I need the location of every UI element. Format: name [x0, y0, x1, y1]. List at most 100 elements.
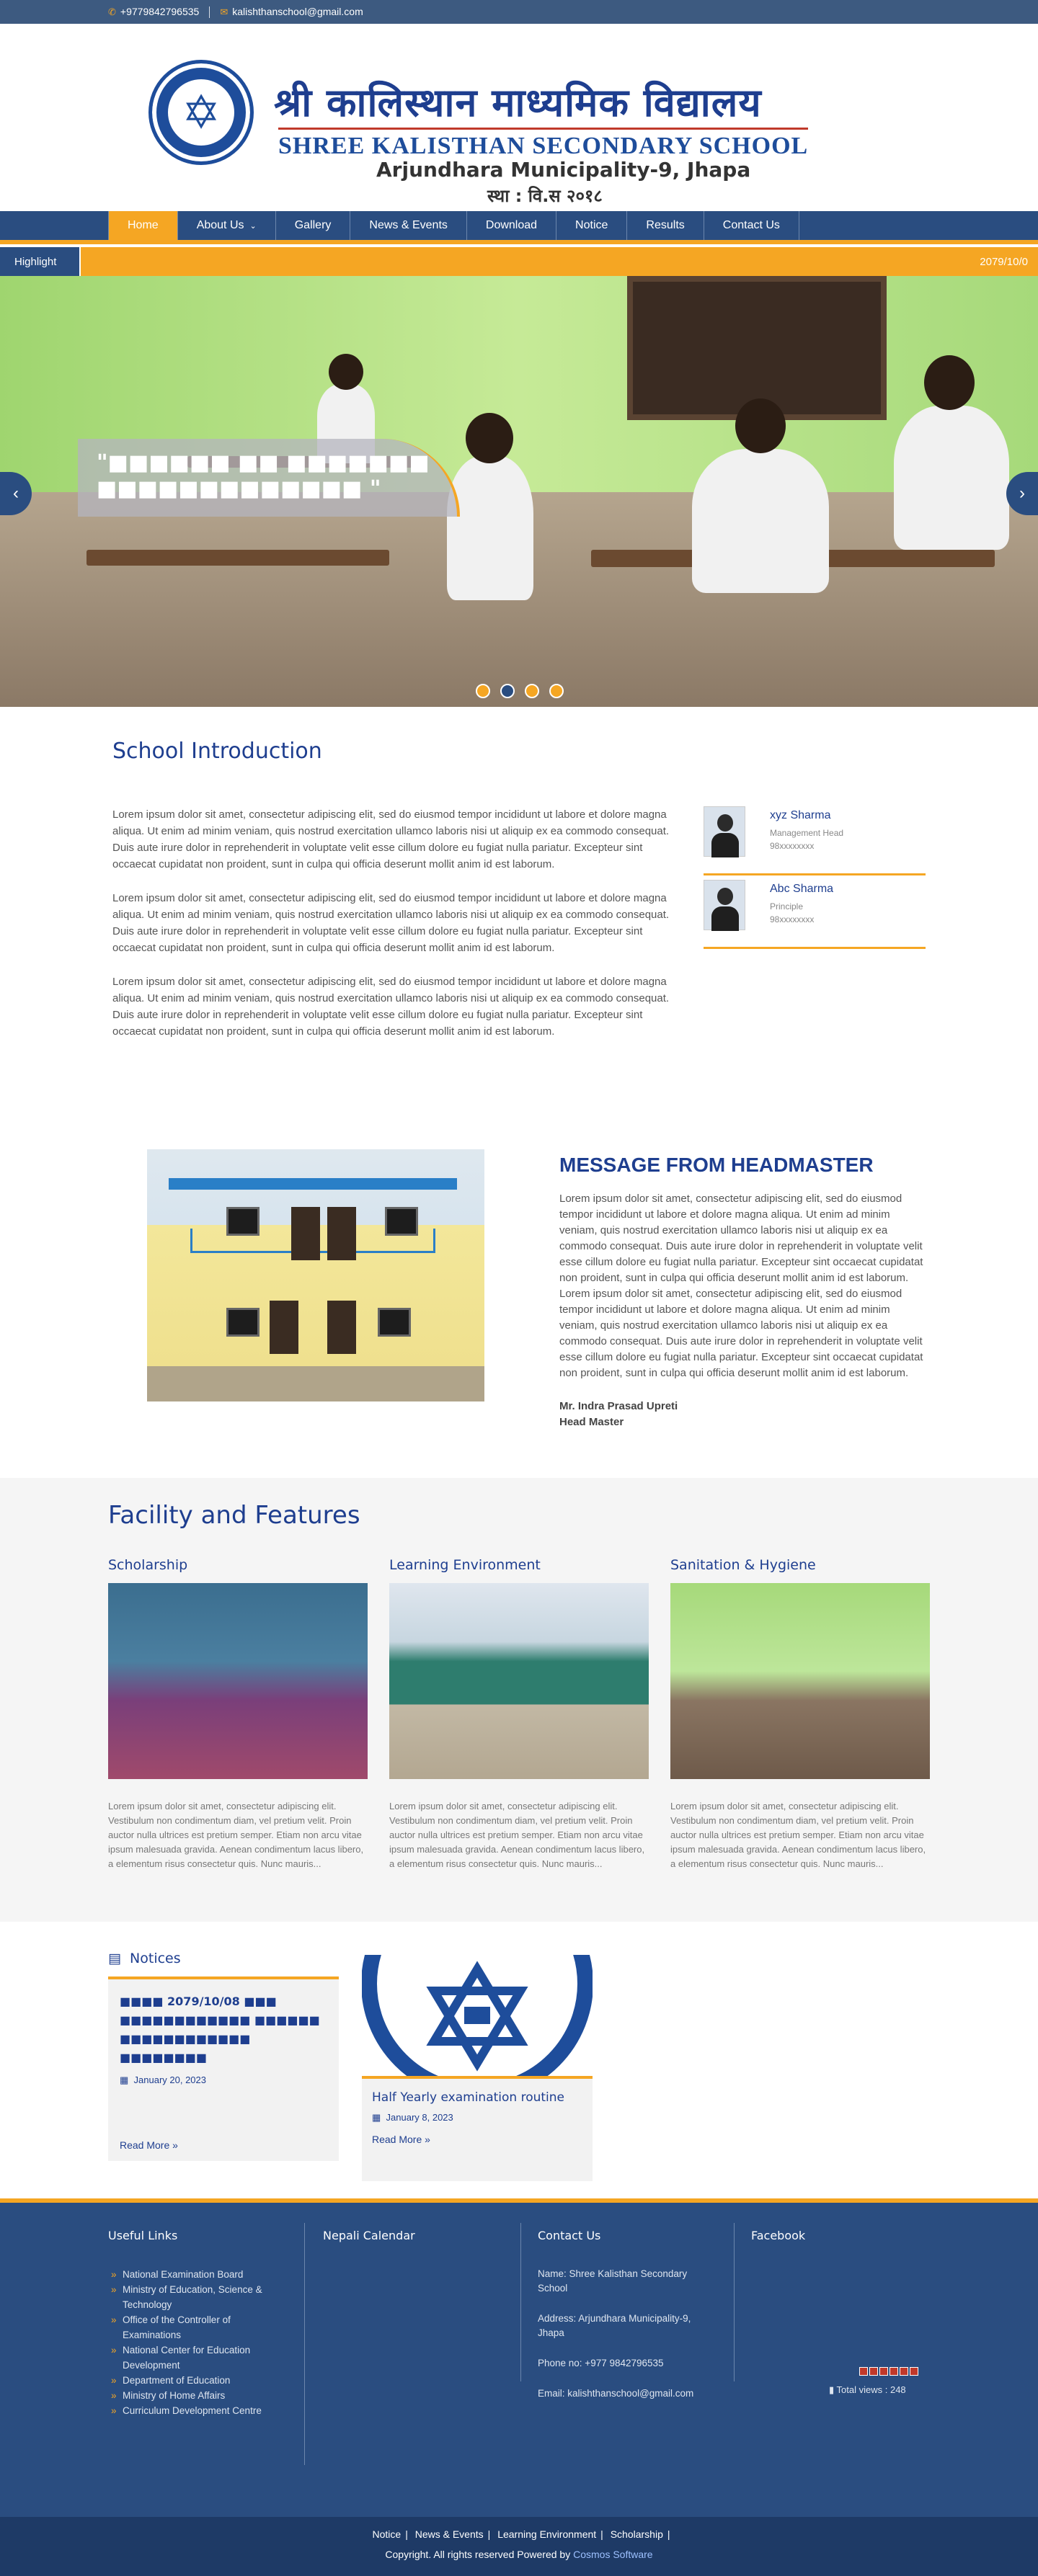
email-contact[interactable]: ✉ kalishthanschool@gmail.com [220, 6, 363, 18]
staff-photo [704, 880, 745, 931]
building-window [226, 1308, 260, 1337]
nav-about-us-label: About Us [196, 219, 244, 231]
useful-link[interactable]: Ministry of Home Affairs [108, 2388, 267, 2403]
useful-link[interactable]: National Examination Board [108, 2267, 267, 2282]
chevron-right-icon: › [1019, 483, 1025, 503]
facility-text: Lorem ipsum dolor sit amet, consectetur … [108, 1801, 364, 1869]
chevron-left-icon: ‹ [13, 483, 19, 503]
slide-student-head [924, 355, 975, 410]
contact-name: Name: Shree Kalisthan Secondary School [538, 2268, 688, 2294]
notice-date-text: January 20, 2023 [133, 2074, 206, 2085]
read-more-link[interactable]: Read More » [362, 2134, 593, 2145]
highlight-text[interactable]: 2079/10/0 [81, 247, 1038, 276]
bottom-link[interactable]: Notice [373, 2528, 402, 2540]
facility-image[interactable] [670, 1583, 930, 1779]
highlight-marquee: 2079/10/0 [980, 255, 1028, 268]
bottom-link[interactable]: Scholarship [611, 2528, 663, 2540]
staff-card[interactable]: Abc Sharma Principle 98xxxxxxxx [704, 880, 926, 949]
slider-dot-active[interactable] [500, 684, 515, 698]
useful-link[interactable]: National Center for Education Developmen… [108, 2343, 267, 2373]
highlight-label: Highlight [0, 247, 79, 276]
nav-gallery[interactable]: Gallery [276, 211, 351, 240]
useful-link[interactable]: Office of the Controller of Examinations [108, 2312, 267, 2343]
notices-title: Notices [130, 1951, 181, 1966]
footer-divider [520, 2223, 521, 2381]
school-name-nepali: श्री कालिस्थान माध्यमिक विद्यालय [274, 80, 762, 125]
facility-title[interactable]: Learning Environment [389, 1557, 649, 1573]
contact-phone[interactable]: Phone no: +977 9842796535 [538, 2356, 704, 2371]
nav-results[interactable]: Results [627, 211, 704, 240]
notice-date: ▦ January 20, 2023 [120, 2074, 327, 2086]
facilities-title: Facility and Features [108, 1501, 360, 1530]
bottom-link[interactable]: Learning Environment [497, 2528, 596, 2540]
slider-dot[interactable] [525, 684, 539, 698]
copyright-text: Copyright. All rights reserved Powered b… [385, 2549, 571, 2560]
building-door [327, 1207, 356, 1260]
useful-link[interactable]: Department of Education [108, 2373, 267, 2388]
school-established: स्था : वि.स २०१८ [487, 186, 603, 206]
notice-card: Half Yearly examination routine ▦ Januar… [362, 1955, 593, 2181]
useful-link[interactable]: Ministry of Education, Science & Technol… [108, 2282, 267, 2312]
slider-dot[interactable] [549, 684, 564, 698]
notices-heading: ▤ Notices [108, 1951, 181, 1966]
nepali-calendar: Nepali Calendar [323, 2229, 415, 2267]
counter-digit [910, 2367, 918, 2376]
total-views: ▮ Total views : 248 [829, 2384, 906, 2396]
staff-name[interactable]: Abc Sharma [770, 883, 833, 896]
visit-counter: ▮ Total views : 248 [750, 2367, 918, 2395]
site-header: ✡ श्री कालिस्थान माध्यमिक विद्यालय SHREE… [0, 24, 1038, 211]
contact-email[interactable]: Email: kalishthanschool@gmail.com [538, 2386, 704, 2401]
facility-image[interactable] [108, 1583, 368, 1779]
school-logo[interactable]: ✡ [148, 60, 254, 165]
notice-date-text: January 8, 2023 [386, 2112, 453, 2123]
staff-photo-body [711, 833, 739, 857]
slide-student-head [735, 398, 786, 453]
building-door [327, 1301, 356, 1354]
slider-dots [476, 684, 564, 698]
facility-image[interactable] [389, 1583, 649, 1779]
staff-photo-head [717, 888, 733, 905]
building-roof [169, 1178, 457, 1190]
facebook-title: Facebook [751, 2229, 806, 2242]
intro-title: School Introduction [112, 739, 322, 764]
calendar-title: Nepali Calendar [323, 2229, 415, 2242]
contact-us: Contact Us Name: Shree Kalisthan Seconda… [538, 2229, 704, 2417]
contact-title: Contact Us [538, 2229, 601, 2242]
counter-digit [900, 2367, 908, 2376]
useful-link[interactable]: Curriculum Development Centre [108, 2403, 267, 2418]
school-introduction: School Introduction Lorem ipsum dolor si… [0, 707, 1038, 1125]
nav-about-us[interactable]: About Us ⌄ [178, 211, 276, 240]
notice-title[interactable]: ■■■■ 2079/10/08 ■■■ ■■■■■■■■■■■■ ■■■■■■ … [120, 1992, 327, 2067]
calendar-icon: ▦ [120, 2074, 129, 2085]
read-more-link[interactable]: Read More » [120, 2139, 327, 2151]
phone-text: +9779842796535 [120, 6, 200, 17]
nav-notice[interactable]: Notice [556, 211, 628, 240]
slide-student [894, 406, 1009, 550]
slider-dot[interactable] [476, 684, 490, 698]
notice-image[interactable] [362, 1955, 593, 2079]
brand-link[interactable]: Cosmos Software [573, 2549, 652, 2560]
copyright: Copyright. All rights reserved Powered b… [0, 2549, 1038, 2560]
building-door [270, 1301, 298, 1354]
facility-title[interactable]: Sanitation & Hygiene [670, 1557, 930, 1573]
staff-name[interactable]: xyz Sharma [770, 809, 830, 822]
nav-download[interactable]: Download [467, 211, 557, 240]
useful-links-list: National Examination Board Ministry of E… [108, 2267, 267, 2418]
facility-card: Learning Environment Lorem ipsum dolor s… [389, 1557, 649, 1871]
nav-contact-us[interactable]: Contact Us [704, 211, 799, 240]
slide-student [447, 456, 533, 600]
nav-home[interactable]: Home [108, 211, 178, 240]
facility-title[interactable]: Scholarship [108, 1557, 368, 1573]
counter-digit [890, 2367, 898, 2376]
facility-text: Lorem ipsum dolor sit amet, consectetur … [670, 1801, 926, 1869]
phone-contact[interactable]: ✆ +9779842796535 [108, 6, 199, 18]
footer-divider [304, 2223, 305, 2465]
staff-card[interactable]: xyz Sharma Management Head 98xxxxxxxx [704, 806, 926, 875]
facility-card: Scholarship Lorem ipsum dolor sit amet, … [108, 1557, 368, 1871]
useful-links-title: Useful Links [108, 2229, 178, 2242]
nav-news-events[interactable]: News & Events [350, 211, 467, 240]
phone-icon: ✆ [108, 6, 116, 17]
notice-title[interactable]: Half Yearly examination routine [362, 2079, 593, 2105]
total-views-text: Total views : 248 [836, 2384, 906, 2395]
bottom-link[interactable]: News & Events [415, 2528, 484, 2540]
